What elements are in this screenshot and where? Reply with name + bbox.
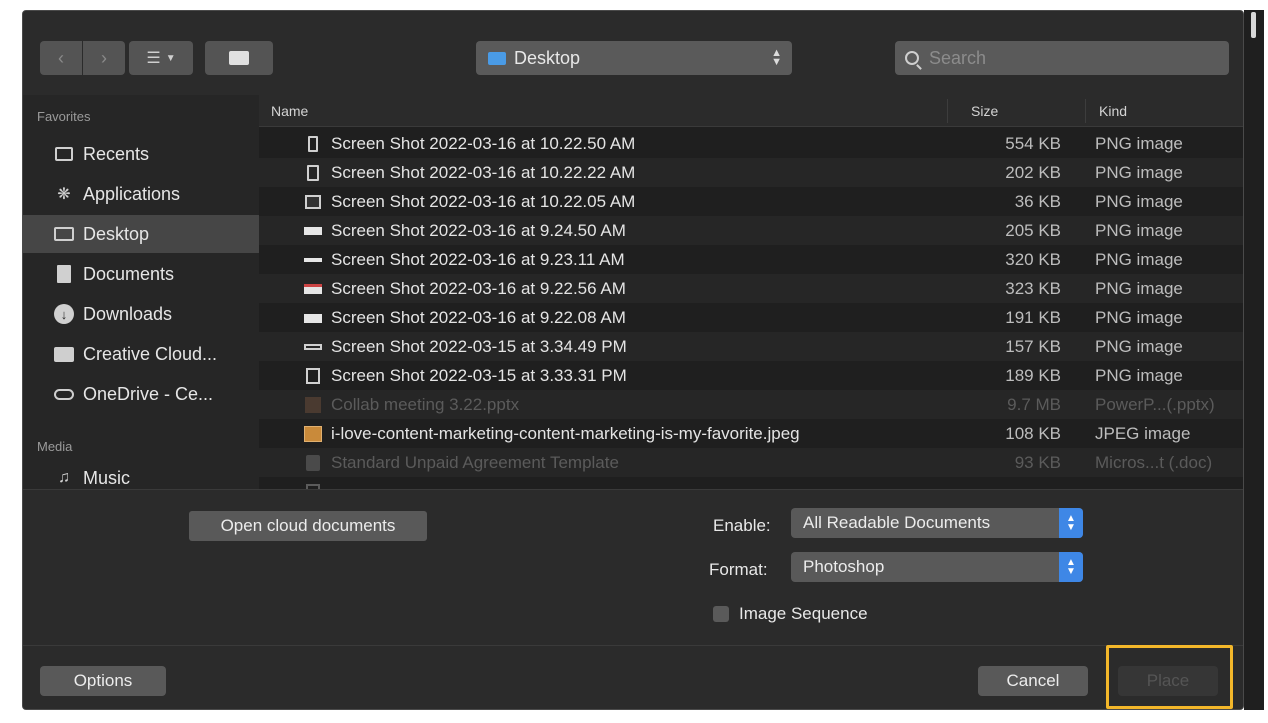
- location-popup[interactable]: Desktop ▲ ▼: [476, 41, 792, 75]
- column-name[interactable]: Name: [271, 103, 308, 119]
- search-placeholder: Search: [929, 47, 987, 68]
- column-header: Name Size Kind: [259, 95, 1243, 127]
- sidebar-item-label: Downloads: [83, 303, 173, 324]
- column-size[interactable]: Size: [971, 103, 998, 119]
- sidebar-item-label: Recents: [83, 143, 150, 164]
- sidebar-item-documents[interactable]: Documents: [23, 255, 259, 293]
- place-button-highlight: [1106, 645, 1233, 709]
- desktop-icon: [53, 225, 75, 243]
- window-edge: [1244, 10, 1264, 710]
- search-input[interactable]: Search: [895, 41, 1229, 75]
- sidebar: Favorites Recents ❋ Applications Desktop…: [23, 95, 259, 489]
- sidebar-item-label: OneDrive - Ce...: [83, 383, 214, 404]
- sidebar-item-label: Documents: [83, 263, 175, 284]
- options-panel: Open cloud documents Enable: All Readabl…: [23, 489, 1243, 645]
- cancel-button[interactable]: Cancel: [978, 666, 1088, 696]
- options-button[interactable]: Options: [40, 666, 166, 696]
- file-row[interactable]: Screen Shot 2022-03-16 at 9.22.08 AM 191…: [259, 303, 1243, 332]
- search-icon: [905, 51, 919, 65]
- file-row[interactable]: Screen Shot 2022-03-16 at 10.22.50 AM 55…: [259, 129, 1243, 158]
- image-file-icon: [303, 251, 323, 269]
- sidebar-item-label: Applications: [83, 183, 181, 204]
- file-row[interactable]: Screen Shot 2022-03-16 at 10.22.22 AM 20…: [259, 158, 1243, 187]
- image-sequence-label: Image Sequence: [739, 604, 868, 623]
- file-row: [259, 477, 1243, 489]
- file-row[interactable]: Screen Shot 2022-03-16 at 9.23.11 AM 320…: [259, 245, 1243, 274]
- back-button[interactable]: ‹: [40, 41, 82, 75]
- location-label: Desktop: [514, 47, 581, 68]
- updown-chevron-icon: ▲ ▼: [1059, 508, 1083, 538]
- image-file-icon: [303, 338, 323, 356]
- sidebar-item-recents[interactable]: Recents: [23, 135, 259, 173]
- chevron-right-icon: ›: [101, 47, 107, 68]
- sidebar-item-onedrive[interactable]: OneDrive - Ce...: [23, 375, 259, 413]
- file-row[interactable]: Screen Shot 2022-03-16 at 9.22.56 AM 323…: [259, 274, 1243, 303]
- applications-icon: ❋: [57, 186, 71, 203]
- new-folder-button[interactable]: [205, 41, 273, 75]
- forward-button[interactable]: ›: [83, 41, 125, 75]
- file-row[interactable]: Screen Shot 2022-03-16 at 10.22.05 AM 36…: [259, 187, 1243, 216]
- word-file-icon: [303, 454, 323, 472]
- image-file-icon: [303, 222, 323, 240]
- image-file-icon: [303, 280, 323, 298]
- open-file-dialog: ‹ › ☰ ▼ Desktop ▲ ▼ Search Favorites Rece…: [22, 10, 1244, 710]
- powerpoint-file-icon: [303, 396, 323, 414]
- updown-chevron-icon: ▲ ▼: [771, 47, 782, 68]
- file-row[interactable]: i-love-content-marketing-content-marketi…: [259, 419, 1243, 448]
- format-select[interactable]: Photoshop ▲ ▼: [791, 552, 1083, 582]
- image-file-icon: [303, 164, 323, 182]
- list-view-icon: ☰: [146, 50, 161, 67]
- open-cloud-documents-button[interactable]: Open cloud documents: [189, 511, 427, 541]
- file-list[interactable]: Name Size Kind Screen Shot 2022-03-16 at…: [259, 95, 1243, 489]
- sidebar-item-label: Creative Cloud...: [83, 343, 218, 364]
- sidebar-item-applications[interactable]: ❋ Applications: [23, 175, 259, 213]
- file-row: Standard Unpaid Agreement Template 93 KB…: [259, 448, 1243, 477]
- jpeg-file-icon: [303, 425, 323, 443]
- image-file-icon: [303, 367, 323, 385]
- sidebar-item-creative-cloud[interactable]: Creative Cloud...: [23, 335, 259, 373]
- documents-icon: [53, 265, 75, 283]
- music-icon: ♫: [58, 469, 70, 486]
- sidebar-header-media: Media: [37, 439, 73, 454]
- sidebar-item-label: Desktop: [83, 223, 150, 244]
- image-file-icon: [303, 309, 323, 327]
- enable-select[interactable]: All Readable Documents ▲ ▼: [791, 508, 1083, 538]
- file-row: Collab meeting 3.22.pptx 9.7 MB PowerP..…: [259, 390, 1243, 419]
- sidebar-item-desktop[interactable]: Desktop: [23, 215, 259, 253]
- enable-value: All Readable Documents: [803, 513, 991, 532]
- sidebar-item-label: Music: [83, 467, 131, 488]
- sidebar-header-favorites: Favorites: [37, 109, 91, 124]
- chevron-down-icon: ▼: [165, 52, 176, 64]
- file-row[interactable]: Screen Shot 2022-03-16 at 9.24.50 AM 205…: [259, 216, 1243, 245]
- enable-label: Enable:: [713, 516, 771, 535]
- dialog-footer: Options Cancel Place: [23, 645, 1243, 709]
- image-file-icon: [303, 193, 323, 211]
- file-row[interactable]: Screen Shot 2022-03-15 at 3.34.49 PM 157…: [259, 332, 1243, 361]
- recents-icon: [53, 145, 75, 163]
- image-sequence-checkbox[interactable]: [713, 606, 729, 622]
- file-row[interactable]: Screen Shot 2022-03-15 at 3.33.31 PM 189…: [259, 361, 1243, 390]
- toolbar: ‹ › ☰ ▼ Desktop ▲ ▼ Search: [23, 11, 1243, 95]
- folder-icon: [488, 51, 506, 65]
- sidebar-item-downloads[interactable]: ↓ Downloads: [23, 295, 259, 333]
- view-options-button[interactable]: ☰ ▼: [129, 41, 193, 75]
- image-file-icon: [303, 135, 323, 153]
- chevron-left-icon: ‹: [58, 47, 64, 68]
- scrollbar-thumb[interactable]: [1251, 12, 1256, 38]
- column-kind[interactable]: Kind: [1099, 103, 1127, 119]
- format-label: Format:: [709, 560, 768, 579]
- cloud-icon: [53, 385, 75, 403]
- folder-icon: [53, 345, 75, 363]
- updown-chevron-icon: ▲ ▼: [1059, 552, 1083, 582]
- format-value: Photoshop: [803, 557, 885, 576]
- downloads-icon: ↓: [53, 304, 75, 324]
- new-folder-icon: [229, 51, 249, 65]
